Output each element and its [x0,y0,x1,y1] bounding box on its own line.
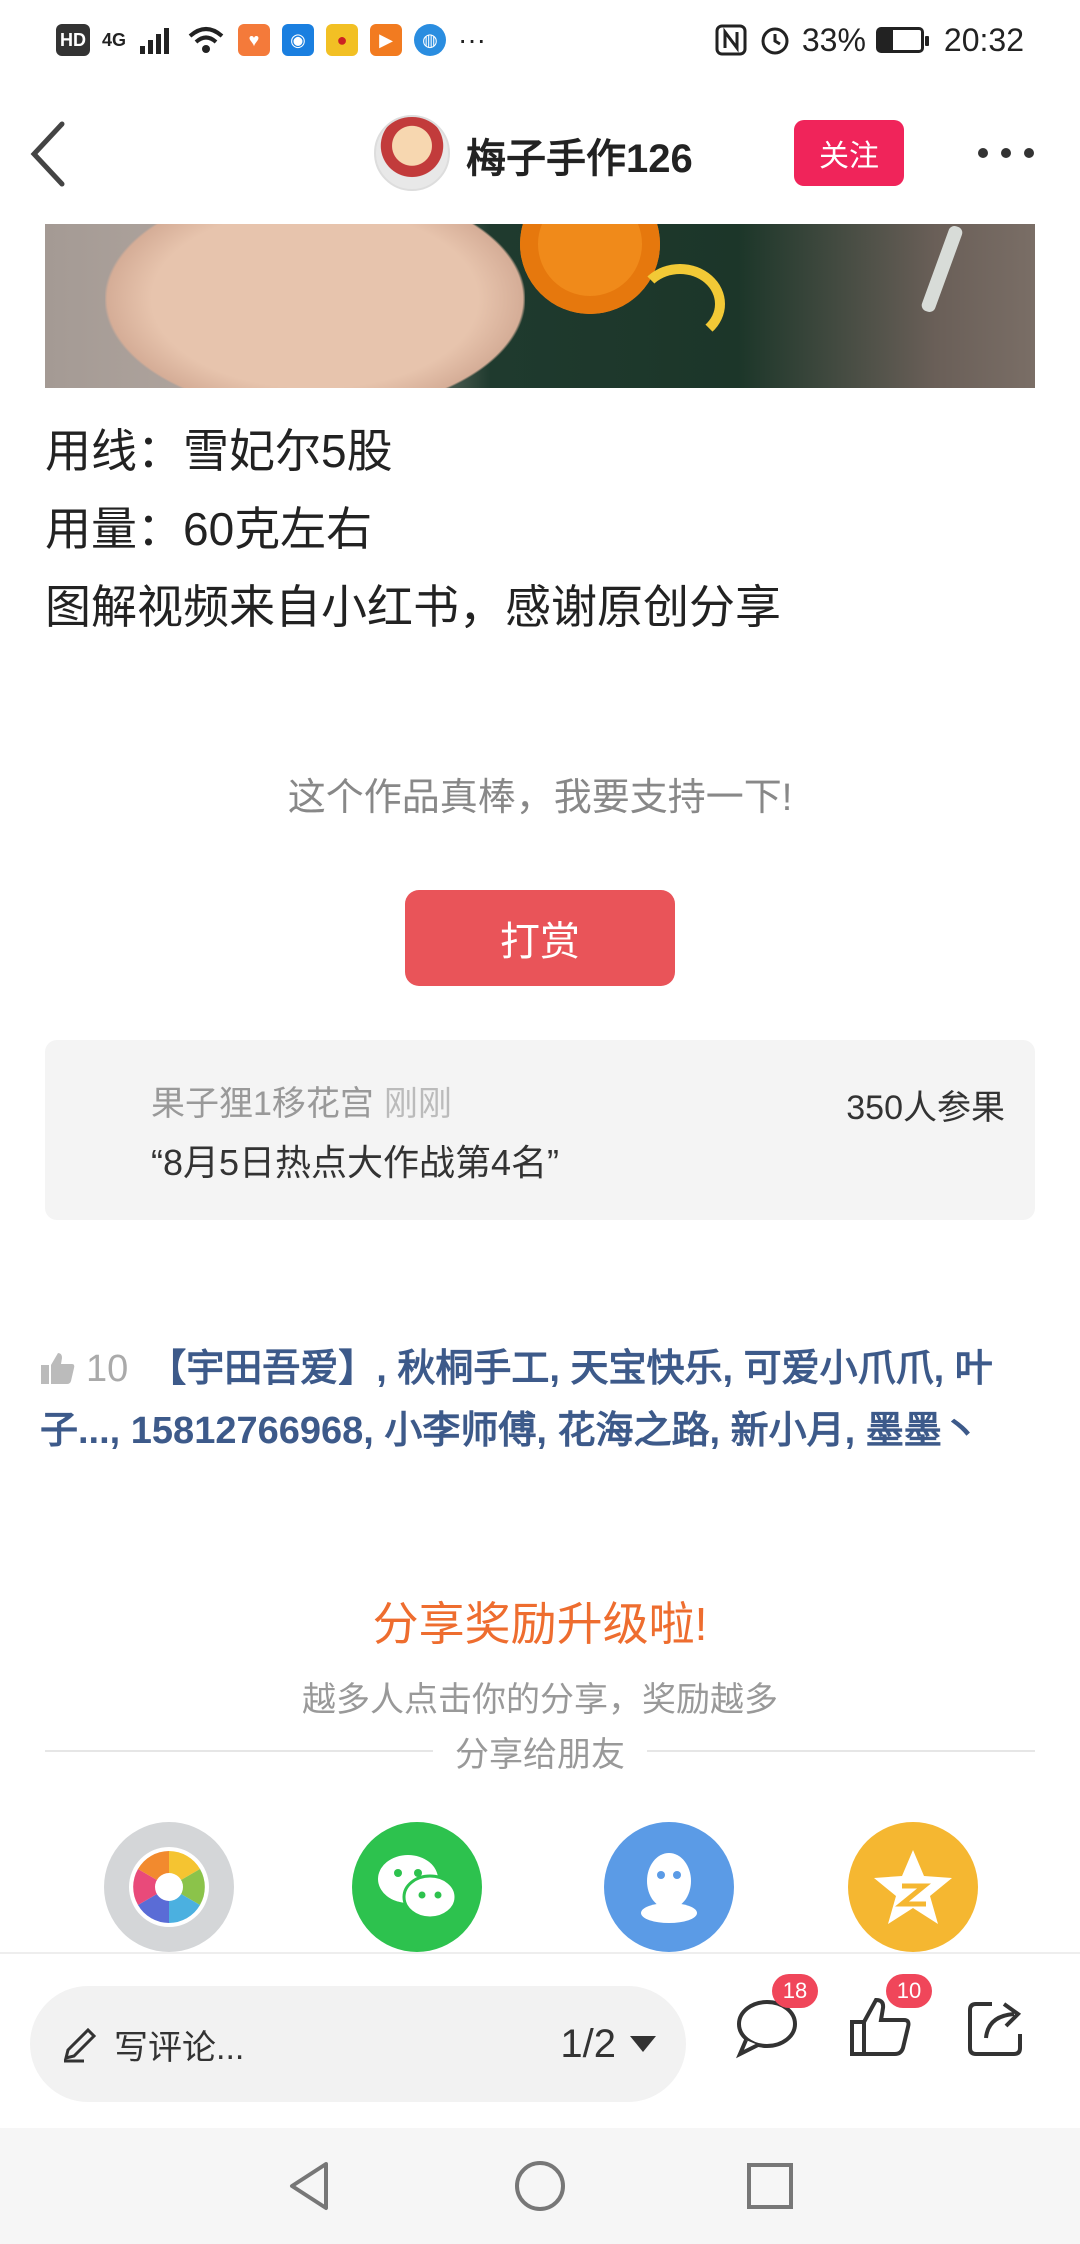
back-icon[interactable] [24,118,80,190]
system-nav-bar [0,2128,1080,2244]
comment-placeholder: 写评论... [114,2028,245,2067]
share-title: 分享奖励升级啦! [372,1598,708,1650]
bottom-bar: 写评论... 1/2 18 10 [0,1952,1080,2128]
moments-share-icon[interactable] [104,1822,234,1952]
browser-notification-icon: ◍ [414,24,447,56]
fruit-card[interactable]: 果子狸1移花宫 刚刚 “8月5日热点大作战第4名” 350人参果 [45,1040,1035,1220]
qq-share-icon[interactable] [604,1822,734,1952]
status-bar: HD 4G ♥ ◉ ● ▶ ◍ ··· 33% 20:32 [0,0,1080,80]
liker-names[interactable]: 【宇田吾爱】, 秋桐手工, 天宝快乐, 可爱小爪爪, 叶子..., 158127… [40,1348,993,1452]
fruit-user: 果子狸1移花宫 刚刚 [151,1076,452,1125]
share-icon [968,2002,1022,2056]
nav-home-icon[interactable] [510,2156,570,2216]
chevron-down-icon [630,2036,656,2052]
nav-recents-icon[interactable] [740,2156,800,2216]
clock: 20:32 [943,21,1024,58]
weibo-notification-icon: ● [326,24,359,56]
video-notification-icon: ▶ [370,24,403,56]
like-count: 10 [86,1348,129,1390]
fruit-quote: “8月5日热点大作战第4名” [151,1142,560,1183]
battery-percent: 33% [801,21,866,58]
thumbs-up-icon [41,1353,75,1384]
article-line: 用量：60克左右 [45,503,373,555]
share-subtitle: 越多人点击你的分享，奖励越多 [302,1681,778,1719]
page-indicator-label: 1/2 [560,2021,616,2066]
comment-input[interactable]: 写评论... 1/2 [30,1986,686,2102]
share-divider: 分享给朋友 [45,1726,1035,1776]
pencil-icon [63,2027,97,2063]
support-text: 这个作品真棒，我要支持一下! [287,777,793,819]
header: 梅子手作126 关注 [0,80,1080,224]
fruit-count: 350人参果 [846,1089,1005,1127]
reward-button[interactable]: 打赏 [405,890,675,986]
wifi-icon [188,27,224,53]
nfc-icon [715,24,747,56]
article-line: 图解视频来自小红书，感谢原创分享 [45,581,781,633]
article-text: 用线：雪妃尔5股 用量：60克左右 图解视频来自小红书，感谢原创分享 [45,412,781,646]
app-notification-icon: ♥ [238,24,271,56]
fruit-time: 刚刚 [383,1085,452,1123]
article-photo[interactable] [45,224,1035,388]
fruit-user-name: 果子狸1移花宫 [151,1085,374,1123]
more-options-icon[interactable] [978,148,1034,160]
follow-button[interactable]: 关注 [794,120,904,186]
comment-badge: 18 [772,1974,818,2008]
more-notifications: ··· [458,24,486,55]
network-type: 4G [102,29,127,50]
alarm-icon [761,27,789,55]
share-targets [0,1822,1080,1952]
battery-icon [875,27,929,53]
article-line: 用线：雪妃尔5股 [45,425,393,477]
bulb-notification-icon: ◉ [282,24,315,56]
qzone-share-icon[interactable] [848,1822,978,1952]
likes-list: 10 【宇田吾爱】, 秋桐手工, 天宝快乐, 可爱小爪爪, 叶子..., 1581… [40,1338,1050,1462]
nav-back-icon[interactable] [280,2156,340,2216]
status-right: 33% 20:32 [714,22,1024,59]
status-left: HD 4G ♥ ◉ ● ▶ ◍ ··· [56,24,486,56]
hd-indicator: HD [56,24,90,56]
author-name[interactable]: 梅子手作126 [466,126,693,184]
share-divider-label: 分享给朋友 [455,1735,625,1774]
page-indicator[interactable]: 1/2 [560,2022,656,2067]
share-button[interactable] [962,1992,1042,2072]
comment-button[interactable]: 18 [732,1974,818,2072]
like-badge: 10 [886,1974,932,2008]
avatar[interactable] [374,115,450,191]
like-button[interactable]: 10 [846,1974,932,2072]
wechat-share-icon[interactable] [352,1822,482,1952]
signal-icon [140,28,170,54]
